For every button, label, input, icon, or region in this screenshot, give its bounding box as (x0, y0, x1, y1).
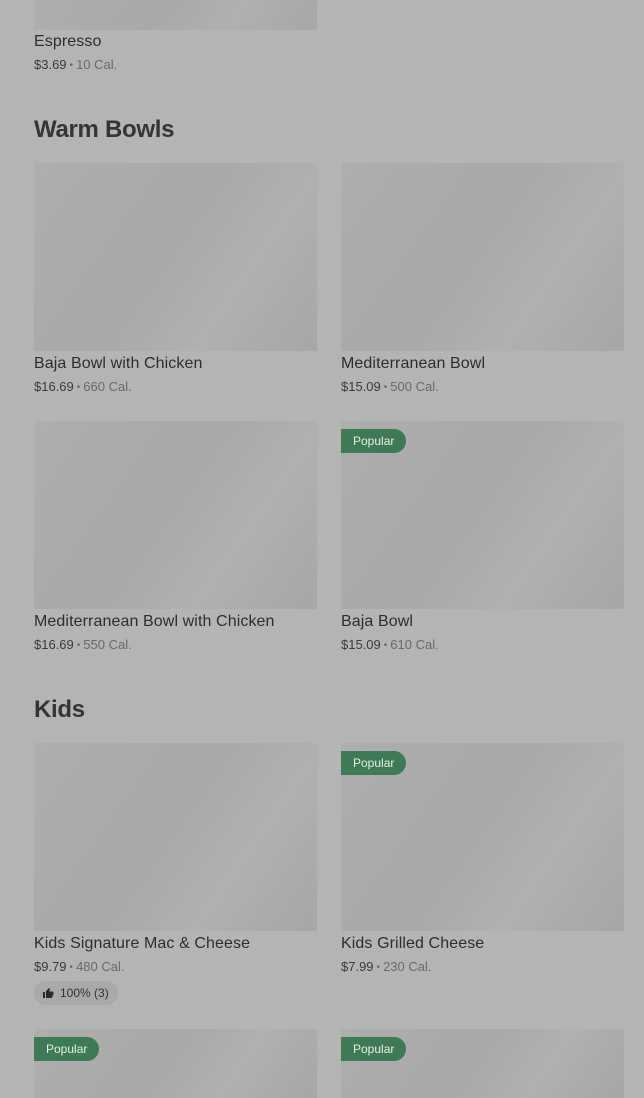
item-meta: $3.69 • 10 Cal. (34, 57, 117, 72)
popular-badge: Popular (341, 429, 407, 453)
item-calories: 10 Cal. (76, 57, 118, 72)
popular-badge: Popular (341, 1037, 407, 1061)
item-calories: 500 Cal. (390, 379, 439, 394)
item-calories: 550 Cal. (83, 637, 132, 652)
item-name[interactable]: Baja Bowl (341, 613, 413, 631)
item-price: $15.09 (341, 379, 381, 394)
rating-value: 100% (3) (60, 986, 109, 1000)
separator: • (69, 962, 74, 973)
item-meta: $16.69 • 660 Cal. (34, 379, 132, 394)
item-name[interactable]: Baja Bowl with Chicken (34, 355, 203, 373)
separator: • (69, 60, 74, 71)
item-calories: 610 Cal. (390, 637, 439, 652)
section-title-kids: Kids (34, 696, 85, 723)
separator: • (76, 382, 81, 393)
item-meta: $7.99 • 230 Cal. (341, 959, 431, 974)
item-image-kids-signature-mac-cheese[interactable] (34, 743, 317, 931)
rating-chip: 100% (3) (34, 981, 118, 1005)
popular-badge: Popular (34, 1037, 100, 1061)
item-image-mediterranean-bowl-with-chicken[interactable] (34, 421, 317, 609)
separator: • (383, 640, 388, 651)
thumbs-up-icon (42, 987, 54, 999)
item-image-baja-bowl-with-chicken[interactable] (34, 163, 317, 351)
item-price: $15.09 (341, 637, 381, 652)
item-meta: $15.09 • 610 Cal. (341, 637, 439, 652)
item-price: $16.69 (34, 379, 74, 394)
item-price: $3.69 (34, 57, 67, 72)
item-name[interactable]: Espresso (34, 33, 102, 51)
separator: • (376, 962, 381, 973)
item-meta: $16.69 • 550 Cal. (34, 637, 132, 652)
separator: • (383, 382, 388, 393)
item-name[interactable]: Kids Grilled Cheese (341, 935, 484, 953)
menu-page: Espresso $3.69 • 10 Cal. Warm Bowls Baja B… (0, 0, 644, 1098)
item-price: $9.79 (34, 959, 67, 974)
item-name[interactable]: Mediterranean Bowl (341, 355, 485, 373)
popular-badge: Popular (341, 751, 407, 775)
item-name[interactable]: Mediterranean Bowl with Chicken (34, 613, 275, 631)
item-image-espresso[interactable] (34, 0, 317, 30)
item-price: $7.99 (341, 959, 374, 974)
item-price: $16.69 (34, 637, 74, 652)
section-title-warm-bowls: Warm Bowls (34, 116, 175, 143)
item-meta: $15.09 • 500 Cal. (341, 379, 439, 394)
item-calories: 230 Cal. (383, 959, 432, 974)
item-calories: 480 Cal. (76, 959, 125, 974)
item-name[interactable]: Kids Signature Mac & Cheese (34, 935, 250, 953)
item-calories: 660 Cal. (83, 379, 132, 394)
item-image-mediterranean-bowl[interactable] (341, 163, 624, 351)
item-meta: $9.79 • 480 Cal. (34, 959, 124, 974)
separator: • (76, 640, 81, 651)
